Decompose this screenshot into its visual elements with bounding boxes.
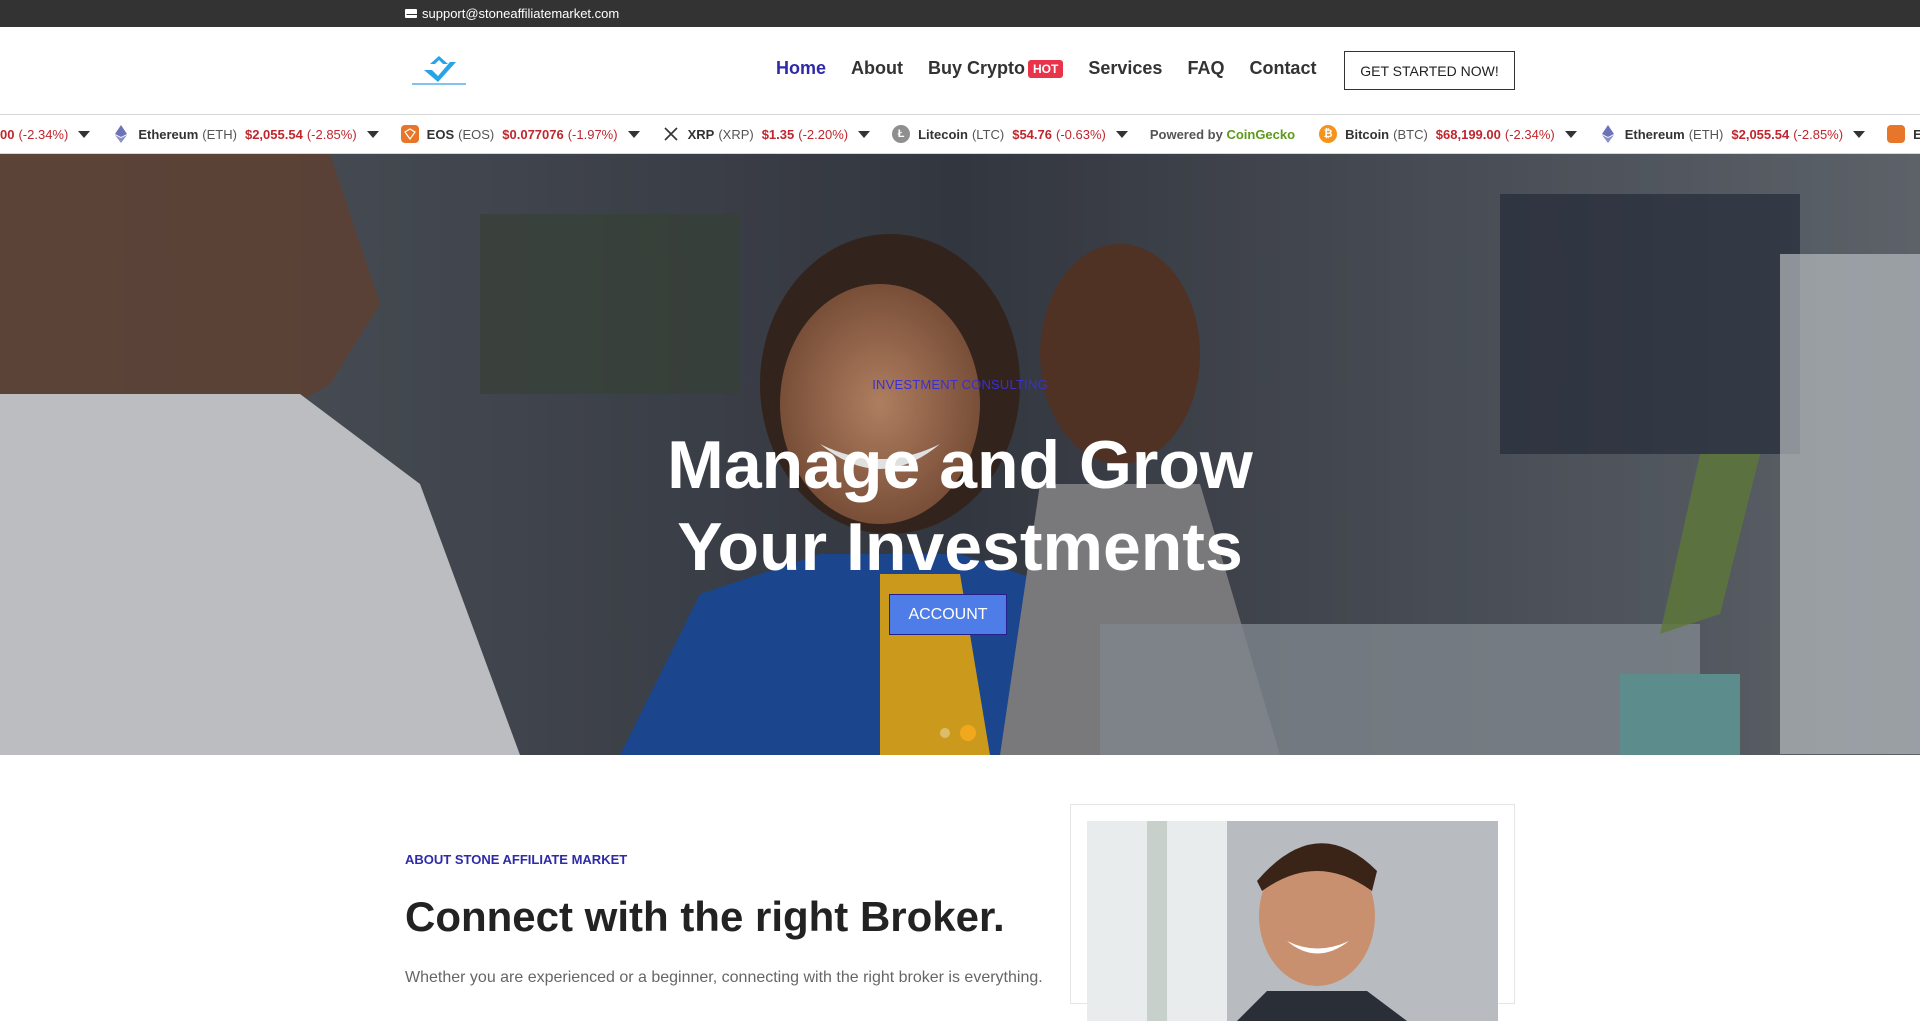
- ticker-name: Litecoin: [918, 126, 968, 142]
- caret-down-icon: [1853, 130, 1866, 138]
- caret-down-icon: [627, 130, 640, 138]
- ticker-price: $0.077076: [502, 126, 564, 142]
- nav-about[interactable]: About: [851, 58, 903, 79]
- broker-photo: [1087, 821, 1498, 1021]
- ticker-price: $2,055.54: [244, 126, 303, 142]
- eos-icon: [400, 125, 419, 143]
- ticker-symbol: (ETH): [1688, 126, 1724, 142]
- get-started-button[interactable]: GET STARTED NOW!: [1344, 51, 1515, 90]
- nav-home-label: Home: [776, 58, 827, 78]
- coingecko-link[interactable]: CoinGecko: [1226, 127, 1295, 142]
- caret-down-icon: [1115, 130, 1128, 138]
- ticker-name: E: [1913, 127, 1920, 142]
- ticker-change: (-2.85%): [306, 126, 357, 142]
- caret-down-icon: [858, 130, 871, 138]
- powered-prefix: Powered by: [1149, 126, 1223, 142]
- xrp-icon: [662, 125, 680, 143]
- ticker-change: (-2.34%): [1504, 126, 1555, 142]
- slider-dot-2[interactable]: [960, 725, 976, 741]
- ticker-price: $2,055.54: [1731, 126, 1790, 142]
- ticker-symbol: (EOS): [458, 126, 495, 142]
- ticker-price: $54.76: [1012, 126, 1052, 142]
- ticker-item-ethereum[interactable]: Ethereum (ETH) $2,055.54 (-2.85%): [112, 125, 379, 143]
- ticker-item-bitcoin[interactable]: ₿ Bitcoin (BTC) $68,199.00 (-2.34%): [1319, 125, 1577, 143]
- eos-icon: [1887, 125, 1906, 143]
- caret-down-icon: [1564, 130, 1577, 138]
- nav-buy-crypto-label: Buy Crypto: [928, 58, 1026, 78]
- site-logo[interactable]: [408, 52, 470, 88]
- main-nav: Home About Buy Crypto HOT Services FAQ Co…: [776, 58, 1341, 79]
- ticker-name: Bitcoin: [1345, 126, 1390, 142]
- ticker-item-ethereum-2[interactable]: Ethereum (ETH) $2,055.54 (-2.85%): [1599, 125, 1866, 143]
- ticker-item-xrp[interactable]: XRP (XRP) $1.35 (-2.20%): [662, 125, 871, 143]
- ticker-symbol: (XRP): [718, 126, 754, 142]
- ticker-price: $68,199.00: [1435, 126, 1501, 142]
- bitcoin-icon: ₿: [1319, 125, 1338, 143]
- ticker-name: Ethereum: [138, 126, 199, 142]
- site-header: Home About Buy Crypto HOT Services FAQ Co…: [0, 27, 1920, 114]
- nav-contact-label: Contact: [1249, 58, 1317, 78]
- nav-faq[interactable]: FAQ: [1187, 58, 1224, 79]
- ticker-track: 00 (-2.34%) Ethereum (ETH) $2,055.54 (-2…: [0, 115, 1920, 153]
- ethereum-icon: [1599, 125, 1617, 143]
- ticker-price: $1.35: [761, 126, 795, 142]
- ticker-name: Ethereum: [1624, 126, 1685, 142]
- support-email[interactable]: support@stoneaffiliatemarket.com: [405, 6, 619, 21]
- support-email-text[interactable]: support@stoneaffiliatemarket.com: [422, 6, 619, 21]
- hero-headline-line2: Your Investments: [677, 509, 1243, 585]
- nav-services[interactable]: Services: [1088, 58, 1162, 79]
- ticker-change: (-1.97%): [567, 126, 618, 142]
- ethereum-icon: [112, 125, 130, 143]
- ticker-symbol: (ETH): [202, 126, 237, 142]
- about-title: Connect with the right Broker.: [405, 893, 1005, 940]
- about-image-card: [1070, 804, 1515, 1021]
- ticker-name: XRP: [687, 126, 715, 142]
- ticker-item-partial[interactable]: E: [1887, 125, 1920, 143]
- hot-badge: HOT: [1028, 59, 1064, 78]
- litecoin-icon: Ł: [892, 125, 911, 143]
- ticker-change: (-0.63%): [1055, 126, 1106, 142]
- about-body: Whether you are experienced or a beginne…: [405, 969, 1043, 986]
- ticker-price: 00: [0, 126, 15, 142]
- ticker-change: (-2.34%): [18, 126, 69, 142]
- crypto-ticker: 00 (-2.34%) Ethereum (ETH) $2,055.54 (-2…: [0, 114, 1920, 154]
- nav-buy-crypto[interactable]: Buy Crypto HOT: [928, 58, 1064, 79]
- about-label: ABOUT STONE AFFILIATE MARKET: [405, 852, 628, 867]
- ticker-symbol: (BTC): [1393, 126, 1428, 142]
- hero-slider: INVESTMENT CONSULTING Manage and Grow Yo…: [0, 154, 1920, 755]
- envelope-icon: [405, 9, 418, 18]
- nav-about-label: About: [851, 58, 903, 78]
- nav-home[interactable]: Home: [776, 58, 826, 79]
- nav-faq-label: FAQ: [1187, 58, 1225, 78]
- ticker-item[interactable]: 00 (-2.34%): [0, 126, 91, 142]
- hero-headline: Manage and Grow Your Investments: [0, 424, 1920, 588]
- ticker-change: (-2.85%): [1793, 126, 1844, 142]
- ticker-name: EOS: [426, 126, 455, 142]
- ticker-change: (-2.20%): [798, 126, 849, 142]
- hero-kicker: INVESTMENT CONSULTING: [872, 377, 1048, 392]
- caret-down-icon: [366, 130, 379, 138]
- ticker-item-litecoin[interactable]: Ł Litecoin (LTC) $54.76 (-0.63%): [892, 125, 1128, 143]
- ticker-item-eos[interactable]: EOS (EOS) $0.077076 (-1.97%): [400, 125, 640, 143]
- powered-by[interactable]: Powered by CoinGecko: [1150, 127, 1295, 142]
- slider-dot-1[interactable]: [940, 728, 950, 738]
- nav-services-label: Services: [1088, 58, 1163, 78]
- about-section: ABOUT STONE AFFILIATE MARKET Connect wit…: [0, 755, 1920, 1021]
- hero-headline-line1: Manage and Grow: [667, 427, 1253, 503]
- account-button[interactable]: ACCOUNT: [889, 594, 1007, 635]
- caret-down-icon: [78, 130, 91, 138]
- ticker-symbol: (LTC): [971, 126, 1005, 142]
- nav-contact[interactable]: Contact: [1249, 58, 1316, 79]
- top-bar: support@stoneaffiliatemarket.com: [0, 0, 1920, 27]
- slider-dots: [940, 725, 976, 741]
